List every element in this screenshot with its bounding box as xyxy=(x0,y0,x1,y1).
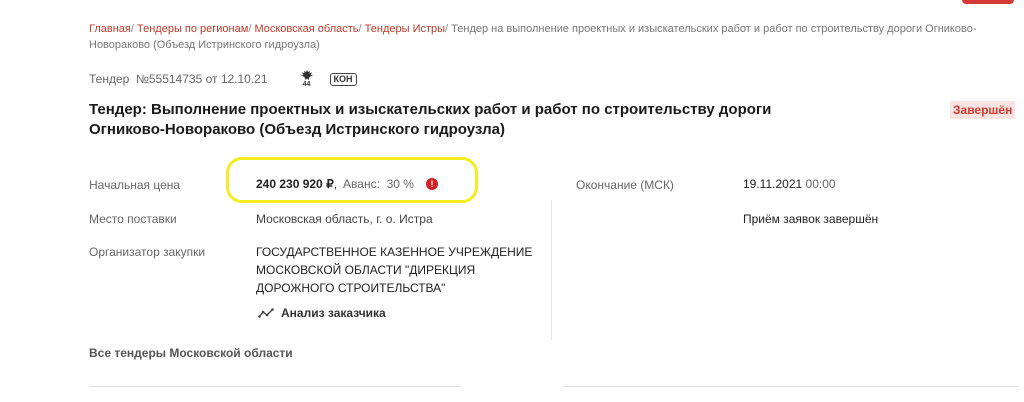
breadcrumb-separator: / xyxy=(358,23,362,35)
customer-analysis-link[interactable]: Анализ заказчика xyxy=(258,306,386,320)
tender-number: Тендер №55514735 от 12.10.21 xyxy=(89,72,268,86)
law-number: 44 xyxy=(302,81,311,88)
delivery-label: Место поставки xyxy=(89,212,177,226)
breadcrumb-moscow-region[interactable]: Московская область xyxy=(254,23,358,35)
breadcrumb: Главная/ Тендеры по регионам/ Московская… xyxy=(89,21,979,53)
organizer-value[interactable]: ГОСУДАРСТВЕННОЕ КАЗЕННОЕ УЧРЕЖДЕНИЕ МОСК… xyxy=(256,243,546,297)
tender-meta: Тендер №55514735 от 12.10.21 44 КОН xyxy=(89,70,357,88)
breadcrumb-istra[interactable]: Тендеры Истры xyxy=(365,23,445,35)
column-divider xyxy=(551,200,552,340)
end-time: 00:00 xyxy=(805,177,836,191)
eagle-icon xyxy=(300,70,313,80)
law-emblem: 44 xyxy=(299,70,315,88)
delivery-value: Московская область, г. о. Истра xyxy=(256,212,433,226)
breadcrumb-regions[interactable]: Тендеры по регионам xyxy=(137,23,248,35)
breadcrumb-separator: / xyxy=(248,23,252,35)
trend-chart-icon xyxy=(258,308,274,318)
all-region-tenders-link[interactable]: Все тендеры Московской области xyxy=(89,346,293,360)
status-badge: Завершён xyxy=(950,101,1016,119)
section-divider xyxy=(89,386,461,387)
customer-analysis-label: Анализ заказчика xyxy=(281,306,386,320)
applications-status: Приём заявок завершён xyxy=(743,212,879,226)
breadcrumb-separator: / xyxy=(445,23,449,35)
price-highlight-annotation xyxy=(226,157,478,203)
breadcrumb-separator: / xyxy=(130,23,134,35)
end-date-label: Окончание (МСК) xyxy=(576,178,674,192)
header-action-button[interactable] xyxy=(962,0,1014,4)
organizer-label: Организатор закупки xyxy=(89,245,206,259)
breadcrumb-home[interactable]: Главная xyxy=(89,23,131,35)
section-divider xyxy=(563,386,1019,387)
end-date: 19.11.2021 xyxy=(743,177,803,191)
procedure-badge: КОН xyxy=(329,72,357,86)
price-label: Начальная цена xyxy=(89,178,181,192)
page-title: Тендер: Выполнение проектных и изыскател… xyxy=(89,101,772,138)
end-datetime: 19.11.2021 00:00 xyxy=(743,177,836,191)
